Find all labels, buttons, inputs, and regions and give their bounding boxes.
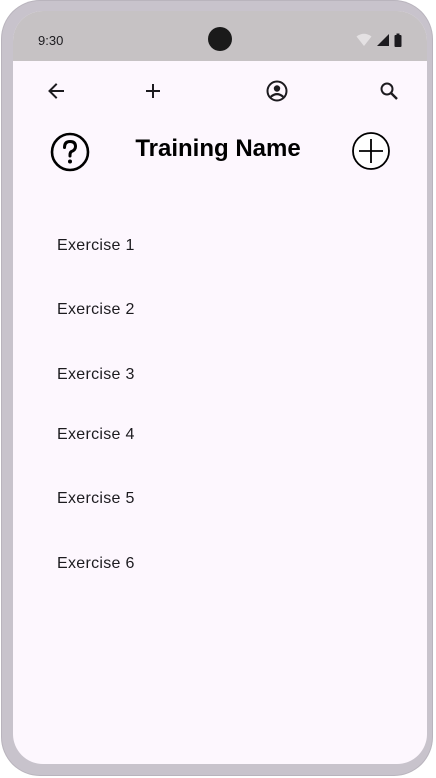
status-time: 9:30 (38, 33, 64, 48)
status-icons (356, 33, 402, 52)
list-item[interactable]: Exercise 4 (57, 426, 135, 444)
back-button[interactable] (42, 79, 70, 107)
list-item[interactable]: Exercise 5 (57, 490, 135, 508)
account-button[interactable] (263, 79, 291, 107)
add-button[interactable] (139, 79, 167, 107)
help-circle-icon (49, 132, 91, 177)
list-item[interactable]: Exercise 3 (57, 366, 135, 384)
status-bar: 9:30 (13, 11, 427, 61)
cellular-signal-icon (376, 33, 390, 52)
search-icon (379, 81, 399, 106)
list-item[interactable]: Exercise 2 (57, 301, 135, 319)
camera-cutout (208, 27, 232, 51)
help-button[interactable] (49, 131, 91, 173)
arrow-back-icon (46, 81, 66, 106)
phone-frame: 9:30 Training Name Exercise 1 Exercise 2… (2, 1, 432, 775)
search-button[interactable] (375, 79, 403, 107)
page-title: Training Name (135, 135, 301, 162)
header-row: Training Name (13, 129, 427, 177)
app-screen: 9:30 Training Name Exercise 1 Exercise 2… (13, 11, 427, 764)
list-item[interactable]: Exercise 1 (57, 237, 135, 255)
top-app-bar (13, 73, 427, 113)
add-icon (144, 82, 162, 105)
add-circle-icon (350, 132, 392, 176)
list-item[interactable]: Exercise 6 (57, 555, 135, 573)
account-circle-icon (266, 80, 288, 107)
battery-icon (394, 33, 402, 52)
wifi-icon (356, 33, 372, 52)
add-exercise-button[interactable] (350, 130, 392, 172)
